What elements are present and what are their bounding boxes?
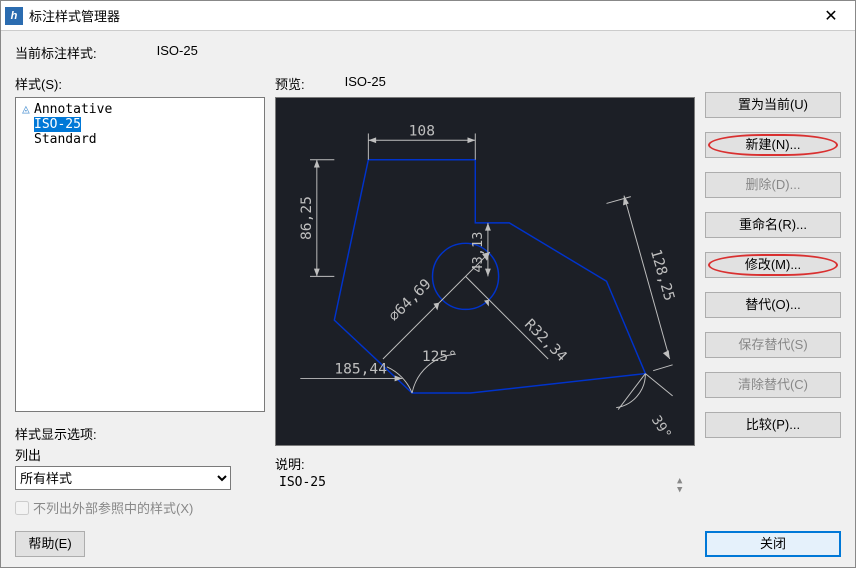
save-override-button: 保存替代(S) (705, 332, 841, 358)
center-column: 预览: ISO-25 108 (275, 74, 695, 517)
xref-checkbox[interactable] (15, 501, 29, 515)
style-item-iso25[interactable]: ISO-25 (20, 117, 260, 132)
style-item-standard[interactable]: Standard (20, 132, 260, 147)
style-item-label: Annotative (34, 102, 112, 117)
description-box: ISO-25 ▲ ▼ (275, 473, 695, 517)
compare-button[interactable]: 比较(P)... (705, 412, 841, 438)
svg-text:R32,34: R32,34 (521, 316, 570, 365)
style-item-label: ISO-25 (34, 117, 81, 132)
svg-text:∅64,69: ∅64,69 (385, 276, 434, 325)
list-filter-dropdown[interactable]: 所有样式 (15, 466, 231, 490)
spinner-down-icon[interactable]: ▼ (677, 486, 691, 495)
footer: 帮助(E) 关闭 (1, 527, 855, 567)
list-label: 列出 (15, 445, 265, 464)
app-icon: h (5, 7, 23, 25)
svg-text:185,44: 185,44 (334, 361, 387, 378)
svg-text:43,13: 43,13 (470, 232, 486, 273)
current-style-value: ISO-25 (157, 43, 198, 62)
style-list[interactable]: ◬Annotative ISO-25 Standard (15, 97, 265, 412)
content-area: 当前标注样式: ISO-25 样式(S): ◬Annotative ISO-25… (1, 31, 855, 527)
preview-drawing: 108 86,25 43,13 (276, 98, 694, 445)
description-value: ISO-25 (279, 475, 326, 490)
preview-label: 预览: (275, 74, 305, 93)
rename-button[interactable]: 重命名(R)... (705, 212, 841, 238)
main-row: 样式(S): ◬Annotative ISO-25 Standard 样式显示选… (15, 74, 841, 517)
override-button[interactable]: 替代(O)... (705, 292, 841, 318)
window-close-button[interactable]: ✕ (811, 2, 851, 30)
left-column: 样式(S): ◬Annotative ISO-25 Standard 样式显示选… (15, 74, 265, 517)
current-style-label: 当前标注样式: (15, 43, 97, 62)
dimension-style-manager-window: h 标注样式管理器 ✕ 当前标注样式: ISO-25 样式(S): ◬Annot… (0, 0, 856, 568)
set-current-button[interactable]: 置为当前(U) (705, 92, 841, 118)
annotative-icon: ◬ (22, 102, 34, 117)
titlebar: h 标注样式管理器 ✕ (1, 1, 855, 31)
preview-style-name: ISO-25 (345, 74, 386, 93)
right-column: 置为当前(U) 新建(N)... 删除(D)... 重命名(R)... 修改(M… (705, 74, 841, 517)
new-button[interactable]: 新建(N)... (705, 132, 841, 158)
styles-section-label: 样式(S): (15, 74, 265, 93)
close-button[interactable]: 关闭 (705, 531, 841, 557)
svg-text:39°: 39° (648, 413, 675, 442)
svg-text:108: 108 (409, 122, 435, 139)
preview-header: 预览: ISO-25 (275, 74, 695, 93)
svg-text:125°: 125° (422, 348, 457, 365)
style-item-annotative[interactable]: ◬Annotative (20, 102, 260, 117)
delete-button: 删除(D)... (705, 172, 841, 198)
display-options-title: 样式显示选项: (15, 424, 265, 443)
preview-area: 108 86,25 43,13 (275, 97, 695, 446)
clear-override-button: 清除替代(C) (705, 372, 841, 398)
style-item-label: Standard (34, 132, 97, 147)
xref-checkbox-row: 不列出外部参照中的样式(X) (15, 498, 265, 517)
svg-text:86,25: 86,25 (298, 196, 315, 240)
modify-button[interactable]: 修改(M)... (705, 252, 841, 278)
display-options: 样式显示选项: 列出 所有样式 不列出外部参照中的样式(X) (15, 424, 265, 517)
help-button[interactable]: 帮助(E) (15, 531, 85, 557)
xref-checkbox-label: 不列出外部参照中的样式(X) (33, 498, 193, 517)
description-label: 说明: (275, 454, 695, 473)
current-style-row: 当前标注样式: ISO-25 (15, 43, 841, 62)
description-spinners[interactable]: ▲ ▼ (677, 477, 691, 495)
window-title: 标注样式管理器 (29, 6, 811, 25)
description-block: 说明: ISO-25 ▲ ▼ (275, 454, 695, 517)
